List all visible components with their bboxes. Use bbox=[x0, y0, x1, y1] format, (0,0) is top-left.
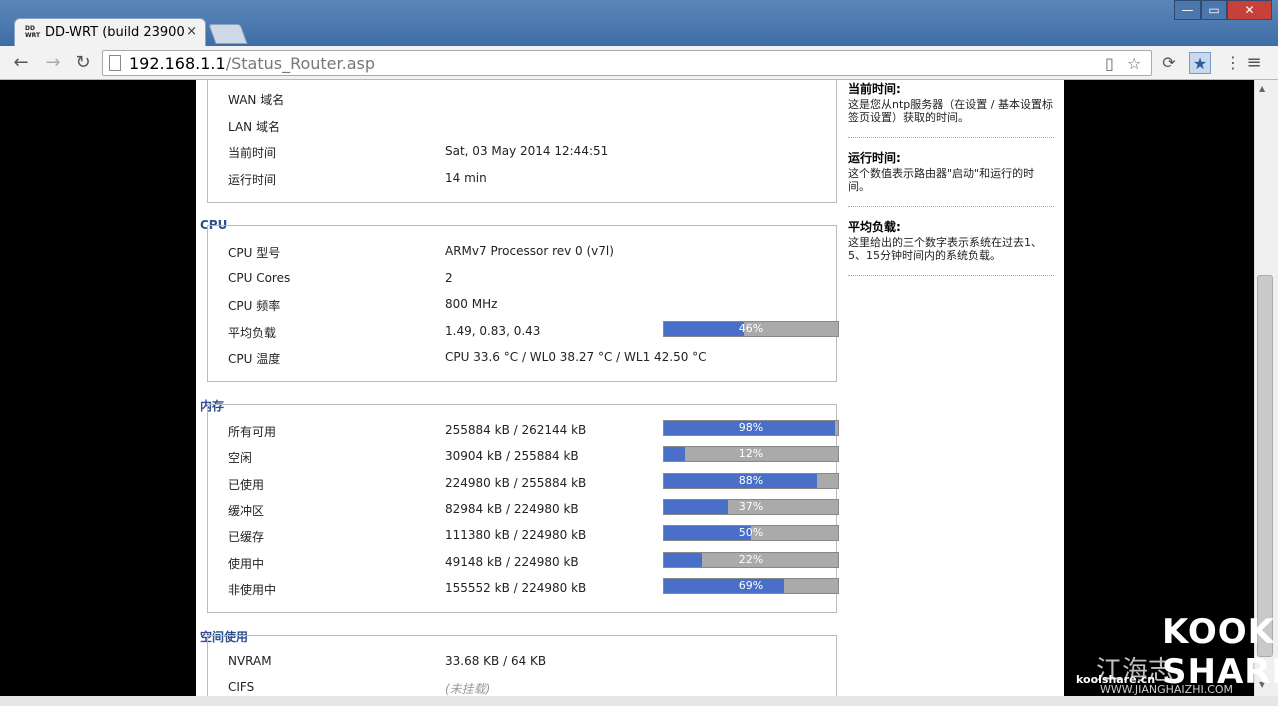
ddwrt-favicon-icon: DD WRT bbox=[25, 25, 41, 39]
cpu-fieldset: CPU 型号 ARMv7 Processor rev 0 (v7l) CPU C… bbox=[207, 225, 839, 382]
watermark-site: WWW.JIANGHAIZHI.COM bbox=[1100, 683, 1234, 696]
mem-buffers-label: 缓冲区 bbox=[228, 504, 265, 518]
mem-free-percent: 12% bbox=[738, 447, 764, 460]
load-average-percent: 46% bbox=[738, 322, 764, 335]
window-titlebar: DD WRT DD-WRT (build 23900M × — ▭ ✕ bbox=[0, 0, 1278, 46]
extension-dots-icon[interactable]: ⋮ bbox=[1222, 52, 1244, 74]
help-load-title: 平均负载: bbox=[848, 220, 901, 234]
status-page: WAN 域名 LAN 域名 当前时间 Sat, 03 May 2014 12:4… bbox=[196, 80, 1064, 696]
cpu-freq-value: 800 MHz bbox=[445, 297, 498, 311]
mem-buffers-percent: 37% bbox=[738, 500, 764, 513]
page-viewport: WAN 域名 LAN 域名 当前时间 Sat, 03 May 2014 12:4… bbox=[0, 80, 1254, 696]
mem-inactive-bar: 69% bbox=[663, 578, 839, 594]
load-average-bar: 46% bbox=[663, 321, 839, 337]
bookmark-star-icon[interactable]: ☆ bbox=[1127, 54, 1141, 73]
scrollbar-thumb[interactable] bbox=[1257, 275, 1273, 657]
mem-total-value: 255884 kB / 262144 kB bbox=[445, 423, 587, 437]
mem-active-percent: 22% bbox=[738, 553, 764, 566]
mem-cached-value: 111380 kB / 224980 kB bbox=[445, 528, 587, 542]
uptime-value: 14 min bbox=[445, 171, 487, 185]
new-tab-button[interactable] bbox=[208, 24, 248, 44]
mem-buffers-bar: 37% bbox=[663, 499, 839, 515]
mem-used-percent: 88% bbox=[738, 474, 764, 487]
help-separator bbox=[848, 206, 1054, 207]
menu-icon[interactable]: ≡ bbox=[1243, 52, 1265, 74]
nvram-value: 33.68 KB / 64 KB bbox=[445, 654, 547, 668]
mem-free-bar: 12% bbox=[663, 446, 839, 462]
mem-cached-label: 已缓存 bbox=[228, 530, 265, 544]
extension-star-icon[interactable]: ★ bbox=[1189, 52, 1211, 74]
cifs-value: (未挂载) bbox=[445, 682, 491, 696]
mem-total-bar: 98% bbox=[663, 420, 839, 436]
tab-title: DD-WRT (build 23900M bbox=[45, 25, 185, 40]
mem-buffers-value: 82984 kB / 224980 kB bbox=[445, 502, 579, 516]
minimize-button[interactable]: — bbox=[1174, 0, 1201, 20]
lan-domain-label: LAN 域名 bbox=[228, 120, 280, 134]
help-uptime-title: 运行时间: bbox=[848, 151, 901, 165]
back-arrow-icon[interactable]: ← bbox=[10, 52, 32, 74]
address-bar[interactable]: 192.168.1.1/Status_Router.asp ▯ ☆ bbox=[102, 50, 1152, 76]
mem-total-label: 所有可用 bbox=[228, 425, 277, 439]
maximize-button[interactable]: ▭ bbox=[1201, 0, 1227, 20]
scroll-up-arrow-icon[interactable]: ▲ bbox=[1259, 84, 1265, 93]
browser-toolbar: ← → ↻ 192.168.1.1/Status_Router.asp ▯ ☆ … bbox=[0, 46, 1278, 80]
nvram-label: NVRAM bbox=[228, 654, 272, 668]
mem-cached-bar: 50% bbox=[663, 525, 839, 541]
mem-used-label: 已使用 bbox=[228, 478, 265, 492]
cpu-cores-value: 2 bbox=[445, 271, 453, 285]
mem-free-value: 30904 kB / 255884 kB bbox=[445, 449, 579, 463]
extension-sync-icon[interactable]: ⟳ bbox=[1158, 52, 1180, 74]
browser-tab[interactable]: DD WRT DD-WRT (build 23900M × bbox=[14, 18, 206, 46]
watermark-brand: KOOK SHARE bbox=[1162, 612, 1278, 692]
memory-fieldset: 所有可用 255884 kB / 262144 kB 98% 空闲 30904 … bbox=[207, 404, 839, 613]
help-current-time-text: 这是您从ntp服务器（在设置 / 基本设置标签页设置）获取的时间。 bbox=[848, 98, 1053, 124]
mem-active-label: 使用中 bbox=[228, 557, 265, 571]
mem-used-bar: 88% bbox=[663, 473, 839, 489]
cpu-temp-value: CPU 33.6 °C / WL0 38.27 °C / WL1 42.50 °… bbox=[445, 350, 707, 364]
forward-arrow-icon[interactable]: → bbox=[42, 52, 64, 74]
close-button[interactable]: ✕ bbox=[1227, 0, 1272, 20]
space-fieldset: NVRAM 33.68 KB / 64 KB CIFS (未挂载) bbox=[207, 635, 837, 696]
cpu-freq-label: CPU 频率 bbox=[228, 299, 281, 313]
mem-used-value: 224980 kB / 255884 kB bbox=[445, 476, 587, 490]
url-text[interactable]: 192.168.1.1/Status_Router.asp bbox=[129, 54, 375, 73]
reader-mode-icon[interactable]: ▯ bbox=[1105, 54, 1114, 73]
uptime-label: 运行时间 bbox=[228, 173, 277, 187]
mem-free-label: 空闲 bbox=[228, 451, 253, 465]
cpu-model-label: CPU 型号 bbox=[228, 246, 281, 260]
mem-inactive-value: 155552 kB / 224980 kB bbox=[445, 581, 587, 595]
cifs-label: CIFS bbox=[228, 680, 255, 694]
mem-inactive-label: 非使用中 bbox=[228, 583, 277, 597]
cpu-cores-label: CPU Cores bbox=[228, 271, 291, 285]
reload-icon[interactable]: ↻ bbox=[72, 52, 94, 74]
cpu-model-value: ARMv7 Processor rev 0 (v7l) bbox=[445, 244, 614, 258]
mem-active-value: 49148 kB / 224980 kB bbox=[445, 555, 579, 569]
router-info-fieldset: WAN 域名 LAN 域名 当前时间 Sat, 03 May 2014 12:4… bbox=[207, 80, 837, 203]
window-bottom-border bbox=[0, 696, 1278, 706]
mem-cached-percent: 50% bbox=[738, 526, 764, 539]
load-average-value: 1.49, 0.83, 0.43 bbox=[445, 324, 541, 338]
help-uptime-text: 这个数值表示路由器"启动"和运行的时间。 bbox=[848, 167, 1035, 193]
vertical-scrollbar[interactable]: ▲ ▼ bbox=[1254, 80, 1278, 696]
page-icon bbox=[109, 55, 121, 71]
mem-inactive-percent: 69% bbox=[738, 579, 764, 592]
help-separator bbox=[848, 275, 1054, 276]
help-separator bbox=[848, 137, 1054, 138]
current-time-label: 当前时间 bbox=[228, 146, 277, 160]
help-load-text: 这里给出的三个数字表示系统在过去1、5、15分钟时间内的系统负载。 bbox=[848, 236, 1042, 262]
help-current-time-title: 当前时间: bbox=[848, 82, 901, 96]
cpu-temp-label: CPU 温度 bbox=[228, 352, 281, 366]
mem-active-bar: 22% bbox=[663, 552, 839, 568]
current-time-value: Sat, 03 May 2014 12:44:51 bbox=[445, 144, 609, 158]
wan-domain-label: WAN 域名 bbox=[228, 93, 285, 107]
tab-close-icon[interactable]: × bbox=[186, 24, 197, 39]
load-average-label: 平均负载 bbox=[228, 326, 277, 340]
mem-total-percent: 98% bbox=[738, 421, 764, 434]
